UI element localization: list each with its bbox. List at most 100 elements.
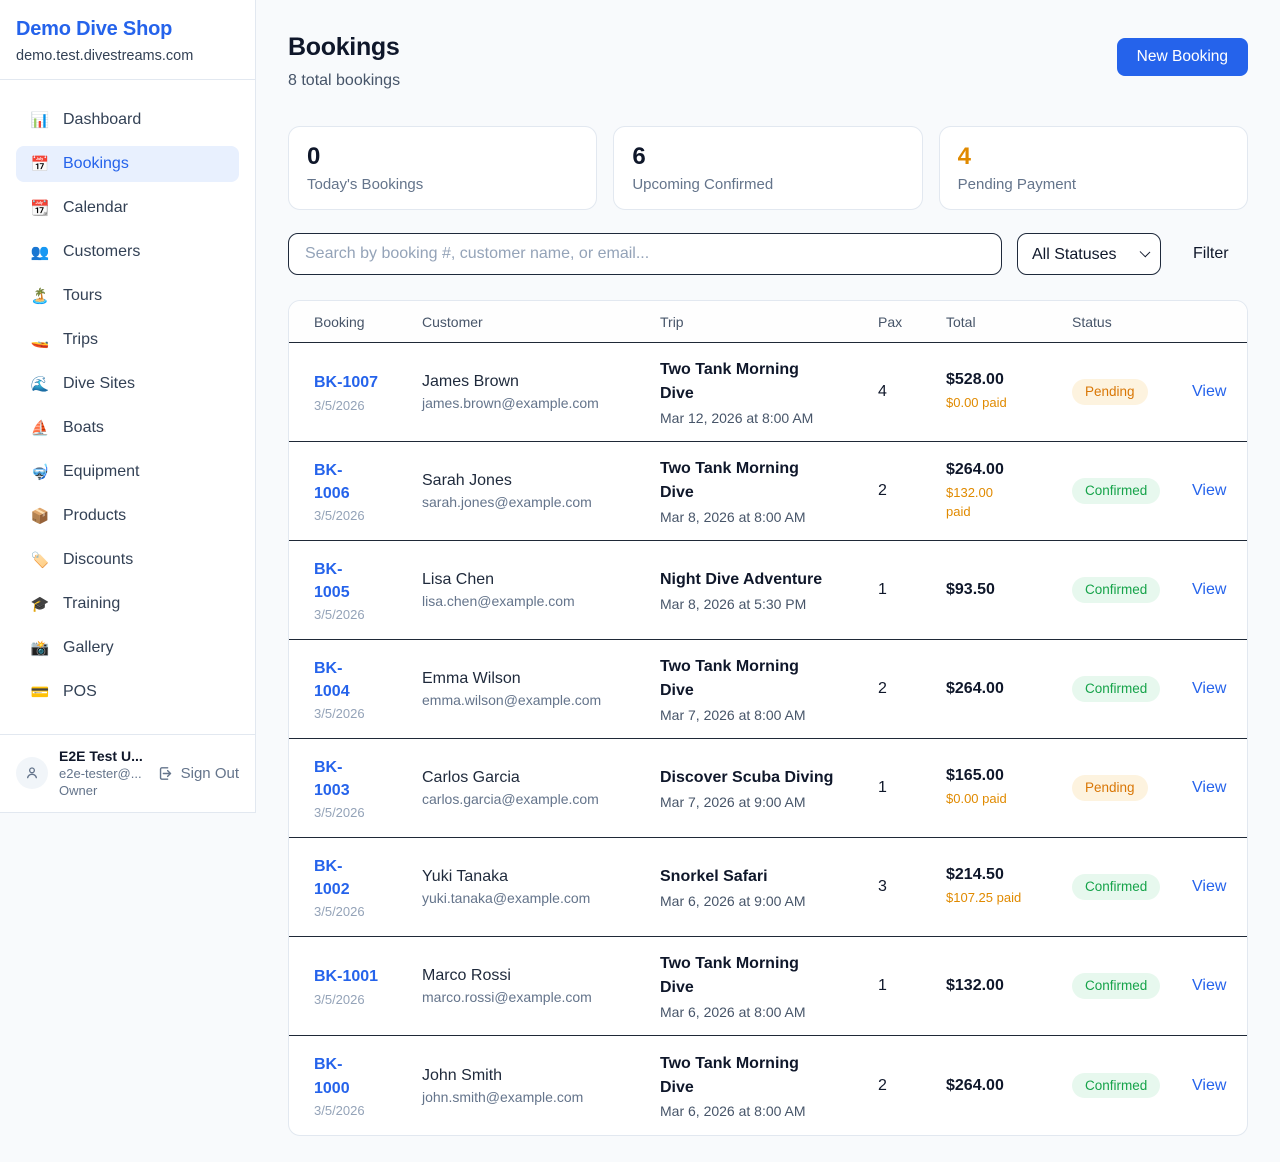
sidebar-item-label: Discounts — [63, 551, 133, 569]
sidebar-item-products[interactable]: 📦 Products — [16, 498, 239, 534]
view-link[interactable]: View — [1192, 977, 1226, 994]
customer-email: sarah.jones@example.com — [422, 494, 660, 510]
user-name: E2E Test U... — [59, 748, 147, 764]
tear-off-calendar-icon: 📆 — [30, 199, 50, 217]
sidebar-item-training[interactable]: 🎓 Training — [16, 586, 239, 622]
sidebar-item-label: Equipment — [63, 463, 140, 481]
status-filter-select[interactable]: All Statuses — [1017, 233, 1161, 275]
sidebar-item-label: Gallery — [63, 639, 114, 657]
sidebar-item-boats[interactable]: ⛵ Boats — [16, 410, 239, 446]
paid-amount: $0.00 paid — [946, 789, 1072, 809]
table-row: BK-1006 3/5/2026 Sarah Jones sarah.jones… — [289, 442, 1247, 541]
pax-count: 3 — [878, 878, 946, 896]
sailboat-icon: ⛵ — [30, 419, 50, 437]
filter-button[interactable]: Filter — [1193, 245, 1229, 263]
sidebar-item-gallery[interactable]: 📸 Gallery — [16, 630, 239, 666]
table-row: BK-1001 3/5/2026 Marco Rossi marco.rossi… — [289, 937, 1247, 1036]
page-subtitle: 8 total bookings — [288, 72, 400, 90]
column-header-trip: Trip — [660, 314, 878, 330]
paid-amount: $132.00 paid — [946, 483, 1004, 522]
shop-domain: demo.test.divestreams.com — [16, 48, 239, 64]
trip-name: Two Tank Morning Dive — [660, 457, 835, 504]
total-amount: $264.00 — [946, 680, 1072, 698]
customer-name: James Brown — [422, 373, 660, 391]
booking-id-link[interactable]: BK-1004 — [314, 657, 354, 703]
search-input[interactable] — [288, 233, 1002, 275]
user-role: Owner — [59, 783, 147, 798]
total-amount: $165.00 — [946, 767, 1072, 785]
table-header-row: BookingCustomerTripPaxTotalStatus — [289, 301, 1247, 343]
status-select-wrap: All Statuses — [1017, 233, 1161, 275]
view-link[interactable]: View — [1192, 1077, 1226, 1094]
trip-datetime: Mar 7, 2026 at 8:00 AM — [660, 707, 878, 723]
customer-name: Yuki Tanaka — [422, 868, 660, 886]
sign-out-button[interactable]: Sign Out — [157, 765, 239, 782]
sidebar-item-pos[interactable]: 💳 POS — [16, 674, 239, 710]
pax-count: 1 — [878, 779, 946, 797]
sidebar: Demo Dive Shop demo.test.divestreams.com… — [0, 0, 256, 813]
total-amount: $528.00 — [946, 371, 1072, 389]
trip-datetime: Mar 8, 2026 at 5:30 PM — [660, 596, 878, 612]
column-header-status: Status — [1072, 314, 1192, 330]
trip-datetime: Mar 6, 2026 at 9:00 AM — [660, 893, 878, 909]
sign-out-label: Sign Out — [181, 765, 239, 782]
booking-id-link[interactable]: BK-1003 — [314, 756, 354, 802]
table-row: BK-1004 3/5/2026 Emma Wilson emma.wilson… — [289, 640, 1247, 739]
customer-name: Carlos Garcia — [422, 769, 660, 787]
sidebar-item-label: Dive Sites — [63, 375, 135, 393]
column-header-total: Total — [946, 314, 1072, 330]
customer-name: Sarah Jones — [422, 472, 660, 490]
sidebar-item-label: Products — [63, 507, 126, 525]
booking-id-link[interactable]: BK-1000 — [314, 1053, 354, 1099]
diving-mask-icon: 🤿 — [30, 463, 50, 481]
booking-id-link[interactable]: BK-1002 — [314, 855, 354, 901]
sidebar-item-discounts[interactable]: 🏷️ Discounts — [16, 542, 239, 578]
view-link[interactable]: View — [1192, 581, 1226, 598]
sidebar-item-calendar[interactable]: 📆 Calendar — [16, 190, 239, 226]
sidebar-item-equipment[interactable]: 🤿 Equipment — [16, 454, 239, 490]
customer-name: Lisa Chen — [422, 571, 660, 589]
page-title: Bookings — [288, 33, 400, 62]
view-link[interactable]: View — [1192, 383, 1226, 400]
trip-name: Two Tank Morning Dive — [660, 358, 835, 405]
trip-datetime: Mar 12, 2026 at 8:00 AM — [660, 410, 878, 426]
label-tag-icon: 🏷️ — [30, 551, 50, 569]
user-block: E2E Test U... e2e-tester@... Owner — [59, 748, 147, 798]
booking-date: 3/5/2026 — [314, 805, 422, 820]
booking-id-link[interactable]: BK-1006 — [314, 459, 354, 505]
sidebar-item-tours[interactable]: 🏝️ Tours — [16, 278, 239, 314]
booking-id-link[interactable]: BK-1001 — [314, 965, 422, 988]
customer-email: carlos.garcia@example.com — [422, 791, 660, 807]
graduation-cap-icon: 🎓 — [30, 595, 50, 613]
new-booking-button[interactable]: New Booking — [1117, 38, 1248, 76]
sidebar-item-customers[interactable]: 👥 Customers — [16, 234, 239, 270]
view-link[interactable]: View — [1192, 878, 1226, 895]
booking-id-link[interactable]: BK-1005 — [314, 558, 354, 604]
booking-id-link[interactable]: BK-1007 — [314, 371, 422, 394]
pax-count: 2 — [878, 1077, 946, 1095]
sidebar-item-trips[interactable]: 🚤 Trips — [16, 322, 239, 358]
bar-chart-icon: 📊 — [30, 111, 50, 129]
customer-email: yuki.tanaka@example.com — [422, 890, 660, 906]
booking-date: 3/5/2026 — [314, 992, 422, 1007]
camera-flash-icon: 📸 — [30, 639, 50, 657]
sidebar-item-dive-sites[interactable]: 🌊 Dive Sites — [16, 366, 239, 402]
view-link[interactable]: View — [1192, 779, 1226, 796]
sidebar-item-bookings[interactable]: 📅 Bookings — [16, 146, 239, 182]
booking-date: 3/5/2026 — [314, 398, 422, 413]
person-icon — [24, 765, 40, 781]
trip-name: Night Dive Adventure — [660, 568, 835, 592]
booking-date: 3/5/2026 — [314, 508, 422, 523]
column-header-pax: Pax — [878, 314, 946, 330]
view-link[interactable]: View — [1192, 680, 1226, 697]
stat-card: 6 Upcoming Confirmed — [613, 126, 922, 210]
trip-datetime: Mar 8, 2026 at 8:00 AM — [660, 509, 878, 525]
page-header: Bookings 8 total bookings New Booking — [288, 33, 1248, 90]
view-link[interactable]: View — [1192, 482, 1226, 499]
sidebar-item-dashboard[interactable]: 📊 Dashboard — [16, 102, 239, 138]
total-amount: $264.00 — [946, 1077, 1072, 1095]
column-header-booking: Booking — [314, 314, 422, 330]
total-amount: $214.50 — [946, 866, 1072, 884]
sign-out-icon — [157, 765, 174, 782]
status-badge: Confirmed — [1072, 676, 1160, 702]
